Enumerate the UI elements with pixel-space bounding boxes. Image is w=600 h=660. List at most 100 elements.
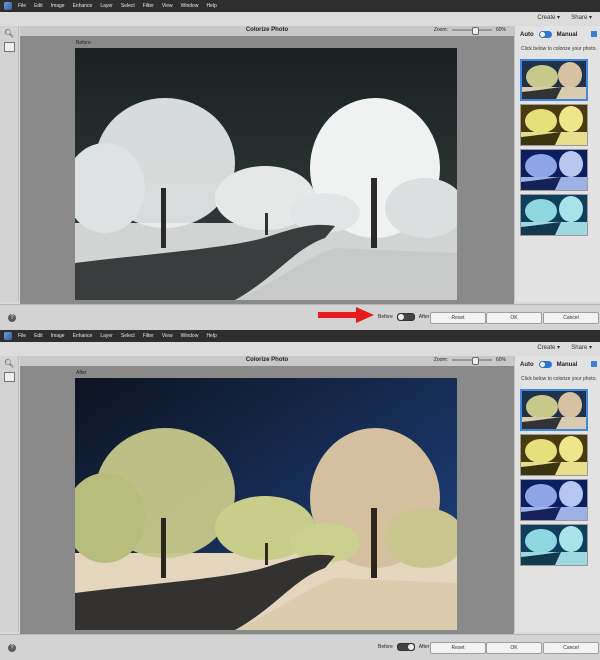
zoom-control: Zoom: 60%: [433, 27, 506, 35]
toggle-knob: [539, 32, 545, 37]
editor-window-after: File Edit Image Enhance Layer Select Fil…: [0, 330, 600, 660]
hand-tool-icon[interactable]: [4, 372, 15, 382]
menu-view[interactable]: View: [162, 3, 173, 9]
menu-image[interactable]: Image: [51, 3, 65, 9]
dialog-footer: ? Before After Reset OK Cancel: [0, 634, 600, 660]
ok-button[interactable]: OK: [486, 642, 542, 654]
mode-switch: Auto Manual: [520, 361, 577, 368]
create-menu[interactable]: Create ▾: [537, 14, 560, 21]
menu-file[interactable]: File: [18, 333, 26, 339]
menu-bar: File Edit Image Enhance Layer Select Fil…: [0, 0, 600, 12]
zoom-slider-handle[interactable]: [471, 357, 479, 365]
before-after-toggle[interactable]: [396, 643, 415, 651]
ribbon: Create ▾ Share ▾: [0, 342, 600, 357]
panel-help-icon[interactable]: [591, 361, 597, 367]
cancel-button[interactable]: Cancel: [543, 642, 599, 654]
toggle-knob: [539, 362, 545, 367]
before-label: Before: [378, 314, 393, 320]
colorize-preset-4[interactable]: [520, 524, 588, 566]
menu-select[interactable]: Select: [121, 3, 135, 9]
zoom-tool-icon[interactable]: 🔍︎: [3, 358, 15, 369]
reset-button[interactable]: Reset: [430, 312, 486, 324]
zoom-label: Zoom:: [433, 27, 448, 33]
menu-edit[interactable]: Edit: [34, 3, 43, 9]
mode-manual-label: Manual: [556, 361, 578, 368]
auto-manual-toggle[interactable]: [538, 361, 552, 368]
colorize-options-panel: Auto Manual Click below to colorize your…: [514, 26, 600, 302]
colorize-preset-3[interactable]: [520, 149, 588, 191]
preset-4-image: [521, 195, 587, 235]
mode-auto-label: Auto: [520, 31, 534, 38]
preset-4-image: [521, 525, 587, 565]
zoom-tool-icon[interactable]: 🔍︎: [3, 28, 15, 39]
photo-before-image: [75, 48, 457, 300]
menu-view[interactable]: View: [162, 333, 173, 339]
hand-tool-icon[interactable]: [4, 42, 15, 52]
auto-manual-toggle[interactable]: [538, 31, 552, 38]
preset-2-image: [521, 105, 587, 145]
colorize-preset-1[interactable]: [520, 59, 588, 101]
reset-button[interactable]: Reset: [430, 642, 486, 654]
colorize-preset-3[interactable]: [520, 479, 588, 521]
preset-3-image: [521, 150, 587, 190]
menu-enhance[interactable]: Enhance: [73, 3, 93, 9]
menu-filter[interactable]: Filter: [143, 333, 154, 339]
preview-state-label: After: [76, 370, 87, 376]
dialog-title-bar: Colorize Photo Zoom: 60%: [20, 356, 514, 366]
menu-edit[interactable]: Edit: [34, 333, 43, 339]
menu-select[interactable]: Select: [121, 333, 135, 339]
menu-help[interactable]: Help: [206, 3, 216, 9]
colorize-presets: [520, 389, 588, 569]
tool-bar: 🔍︎: [0, 356, 19, 632]
photo-after-image: [75, 378, 457, 630]
before-label: Before: [378, 644, 393, 650]
cancel-button[interactable]: Cancel: [543, 312, 599, 324]
help-icon[interactable]: ?: [8, 644, 16, 652]
panel-help-icon[interactable]: [591, 31, 597, 37]
menu-window[interactable]: Window: [181, 3, 199, 9]
before-after-knob: [397, 314, 404, 320]
colorize-preset-2[interactable]: [520, 434, 588, 476]
before-after-knob: [407, 644, 414, 650]
menu-file[interactable]: File: [18, 3, 26, 9]
before-after-control: Before After: [378, 313, 429, 321]
colorize-preset-2[interactable]: [520, 104, 588, 146]
colorize-hint: Click below to colorize your photo.: [521, 46, 597, 52]
after-label: After: [418, 314, 430, 320]
menu-layer[interactable]: Layer: [100, 3, 113, 9]
dialog-footer: ? Before After Reset OK Cancel: [0, 304, 600, 330]
app-logo-icon: [4, 2, 12, 10]
create-menu[interactable]: Create ▾: [537, 344, 560, 351]
menu-filter[interactable]: Filter: [143, 3, 154, 9]
ok-button[interactable]: OK: [486, 312, 542, 324]
tool-bar: 🔍︎: [0, 26, 19, 302]
mode-manual-label: Manual: [556, 31, 578, 38]
colorize-presets: [520, 59, 588, 239]
zoom-slider[interactable]: [451, 357, 492, 365]
zoom-slider[interactable]: [451, 27, 492, 35]
share-menu[interactable]: Share ▾: [571, 14, 592, 21]
photo-preview: [75, 378, 457, 630]
preview-state-label: Before: [76, 40, 91, 46]
before-after-control: Before After: [378, 643, 429, 651]
colorize-preset-1[interactable]: [520, 389, 588, 431]
app-logo-icon: [4, 332, 12, 340]
help-icon[interactable]: ?: [8, 314, 16, 322]
menu-window[interactable]: Window: [181, 333, 199, 339]
zoom-slider-handle[interactable]: [471, 27, 479, 35]
ribbon: Create ▾ Share ▾: [0, 12, 600, 27]
preset-1-image: [522, 391, 586, 429]
menu-help[interactable]: Help: [206, 333, 216, 339]
colorize-preset-4[interactable]: [520, 194, 588, 236]
preset-3-image: [521, 480, 587, 520]
menu-image[interactable]: Image: [51, 333, 65, 339]
preview-area: After: [20, 366, 514, 634]
menu-bar: File Edit Image Enhance Layer Select Fil…: [0, 330, 600, 342]
menu-layer[interactable]: Layer: [100, 333, 113, 339]
zoom-control: Zoom: 60%: [434, 357, 506, 365]
share-menu[interactable]: Share ▾: [571, 344, 592, 351]
menu-enhance[interactable]: Enhance: [73, 333, 93, 339]
red-arrow-annotation-icon: [318, 307, 374, 323]
before-after-toggle[interactable]: [396, 313, 415, 321]
preset-1-image: [522, 61, 586, 99]
